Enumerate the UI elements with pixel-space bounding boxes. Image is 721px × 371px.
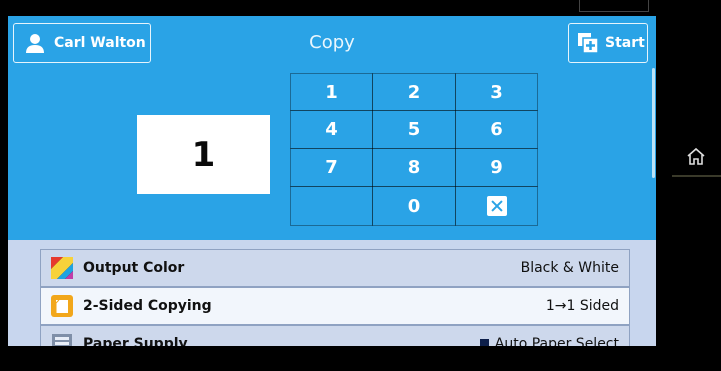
- home-indicator: [672, 175, 721, 177]
- paper-supply-row[interactable]: Paper Supply Auto Paper Select: [40, 325, 630, 346]
- page-title: Copy: [309, 32, 355, 53]
- paper-supply-value-text: Auto Paper Select: [494, 336, 619, 346]
- output-color-value: Black & White: [520, 260, 619, 276]
- home-icon[interactable]: [685, 145, 707, 167]
- two-sided-icon: [51, 295, 73, 317]
- key-4[interactable]: 4: [290, 110, 373, 149]
- numeric-keypad: 1 2 3 4 5 6 7 8 9 0: [290, 73, 538, 226]
- key-blank: [290, 186, 373, 226]
- paper-indicator-icon: [479, 338, 489, 346]
- copy-panel: Carl Walton Copy Start 1 1 2 3 4 5 6 7 8…: [8, 16, 656, 346]
- top-notch: [579, 0, 649, 12]
- key-0[interactable]: 0: [372, 186, 456, 226]
- scrollbar[interactable]: [652, 68, 655, 178]
- key-5[interactable]: 5: [372, 110, 456, 149]
- output-color-row[interactable]: Output Color Black & White: [40, 249, 630, 287]
- key-6[interactable]: 6: [455, 110, 538, 149]
- two-sided-copying-row[interactable]: 2-Sided Copying 1→1 Sided: [40, 287, 630, 325]
- start-copy-icon: [577, 32, 599, 54]
- key-7[interactable]: 7: [290, 148, 373, 187]
- device-screen: Carl Walton Copy Start 1 1 2 3 4 5 6 7 8…: [0, 0, 721, 371]
- color-palette-icon: [51, 257, 73, 279]
- top-bar: Carl Walton Copy Start: [8, 16, 656, 70]
- key-1[interactable]: 1: [290, 73, 373, 111]
- key-3[interactable]: 3: [455, 73, 538, 111]
- start-label: Start: [605, 35, 645, 51]
- bottom-bezel: [0, 346, 721, 371]
- paper-tray-icon: [51, 333, 73, 346]
- paper-supply-label: Paper Supply: [83, 336, 188, 346]
- output-color-label: Output Color: [83, 260, 185, 276]
- two-sided-value: 1→1 Sided: [545, 298, 619, 314]
- clear-icon: [486, 196, 507, 216]
- key-2[interactable]: 2: [372, 73, 456, 111]
- right-bezel: [660, 0, 721, 371]
- clear-button[interactable]: [455, 186, 538, 226]
- key-8[interactable]: 8: [372, 148, 456, 187]
- paper-supply-value: Auto Paper Select: [479, 336, 619, 346]
- start-button[interactable]: Start: [568, 23, 648, 63]
- key-9[interactable]: 9: [455, 148, 538, 187]
- quantity-display: 1: [137, 115, 270, 194]
- two-sided-label: 2-Sided Copying: [83, 298, 212, 314]
